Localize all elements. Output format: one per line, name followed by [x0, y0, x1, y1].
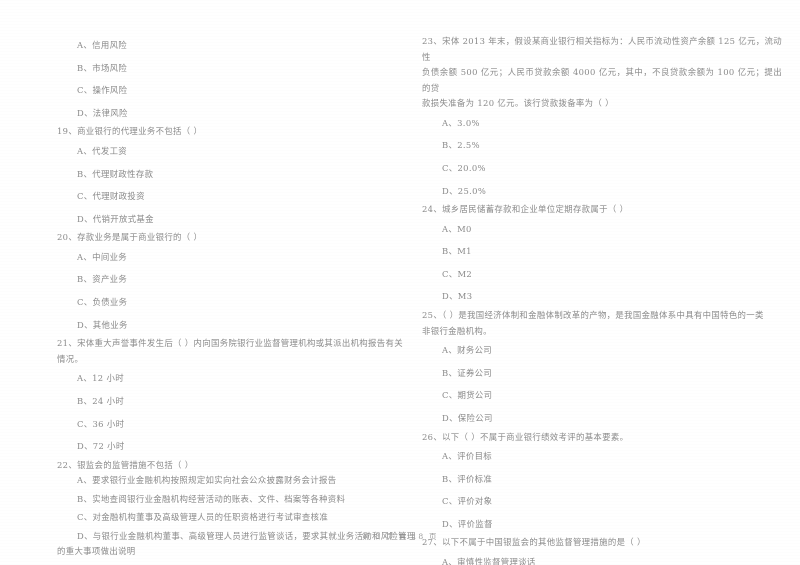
question-stem-21-cont: 情况。 [57, 353, 84, 364]
option-item: D、72 小时 [77, 441, 125, 452]
question-stem-26: 26、以下（ ）不属于商业银行绩效考评的基本要素。 [422, 431, 629, 442]
option-item: A、中间业务 [77, 251, 128, 262]
question-stem-22: 22、银监会的监管措施不包括（ ） [57, 459, 194, 470]
option-item: B、24 小时 [77, 395, 125, 406]
option-text-cont: 的重大事项做出说明 [57, 546, 136, 557]
option-item: A、3.0% [442, 117, 480, 128]
option-item: B、证券公司 [442, 367, 493, 378]
option-item: A、要求银行业金融机构按照规定如实向社会公众披露财务会计报告 [57, 473, 417, 489]
option-item: A、M0 [442, 223, 472, 234]
question-stem-25-cont: 非银行金融机构。 [422, 325, 492, 336]
option-item: D、25.0% [442, 185, 487, 196]
option-item: D、法律风险 [77, 107, 128, 118]
question-stem-23-cont-1: 负债余额 500 亿元；人民币贷款余额 4000 亿元，其中，不良贷款余额为 1… [422, 67, 782, 93]
option-item: C、负债业务 [77, 297, 128, 308]
option-item: B、M1 [442, 246, 472, 257]
option-item: A、代发工资 [77, 145, 128, 156]
option-text: B、实地查阅银行业金融机构经营活动的账表、文件、档案等各种资料 [77, 493, 346, 504]
option-item: A、信用风险 [77, 40, 128, 50]
question-stem-23: 23、宋体 2013 年末，假设某商业银行相关指标为：人民币流动性资产余额 12… [422, 36, 782, 62]
scanned-exam-page: A、信用风险 B、市场风险 C、操作风险 D、法律风险 19、商业银行的代理业务… [0, 0, 800, 565]
option-item: C、对金融机构董事及高级管理人员的任职资格进行考试审查核准 [57, 510, 417, 526]
option-item: C、操作风险 [77, 85, 128, 96]
option-item: C、评价对象 [442, 496, 493, 507]
left-column: A、信用风险 B、市场风险 C、操作风险 D、法律风险 19、商业银行的代理业务… [57, 34, 417, 565]
option-item: B、代理财政性存款 [77, 168, 154, 179]
option-item: A、审慎性监督管理谈话 [442, 556, 536, 565]
option-item: C、20.0% [442, 162, 486, 173]
option-item: B、2.5% [442, 140, 480, 151]
question-stem-21: 21、宋体重大声誉事件发生后（ ）内向国务院银行业监督管理机构或其派出机构报告有… [57, 338, 403, 349]
option-item: C、代理财政投资 [77, 191, 145, 202]
option-item: B、资产业务 [77, 274, 128, 285]
option-item: A、财务公司 [442, 345, 493, 356]
option-item: A、12 小时 [77, 373, 124, 384]
option-item: B、评价标准 [442, 473, 493, 484]
option-item: B、市场风险 [77, 62, 128, 73]
two-column-body: A、信用风险 B、市场风险 C、操作风险 D、法律风险 19、商业银行的代理业务… [0, 34, 800, 565]
option-item: C、36 小时 [77, 418, 125, 429]
question-stem-19: 19、商业银行的代理业务不包括（ ） [57, 126, 203, 137]
option-item: B、实地查阅银行业金融机构经营活动的账表、文件、档案等各种资料 [57, 492, 417, 508]
option-item: A、评价目标 [442, 451, 493, 462]
option-item: D、其他业务 [77, 319, 128, 330]
right-column: 23、宋体 2013 年末，假设某商业银行相关指标为：人民币流动性资产余额 12… [422, 34, 782, 565]
option-text: C、对金融机构董事及高级管理人员的任职资格进行考试审查核准 [77, 512, 329, 523]
question-stem-23-cont-2: 款损失准备为 120 亿元。该行贷款拨备率为（ ） [422, 98, 614, 109]
option-text: A、要求银行业金融机构按照规定如实向社会公众披露财务会计报告 [77, 475, 337, 486]
question-stem-25: 25、（ ）是我国经济体制和金融体制改革的产物，是我国金融体系中具有中国特色的一… [422, 310, 764, 321]
page-footer: 第 3 页 共 18 页 [361, 532, 439, 541]
option-item: D、M3 [442, 291, 473, 302]
option-item: C、M2 [442, 268, 473, 279]
option-item: C、期货公司 [442, 390, 493, 401]
option-item: D、代销开放式基金 [77, 213, 154, 224]
question-stem-20: 20、存款业务是属于商业银行的（ ） [57, 232, 203, 243]
option-item: D、保险公司 [442, 412, 493, 423]
question-stem-24: 24、城乡居民储蓄存款和企业单位定期存款属于（ ） [422, 204, 629, 215]
